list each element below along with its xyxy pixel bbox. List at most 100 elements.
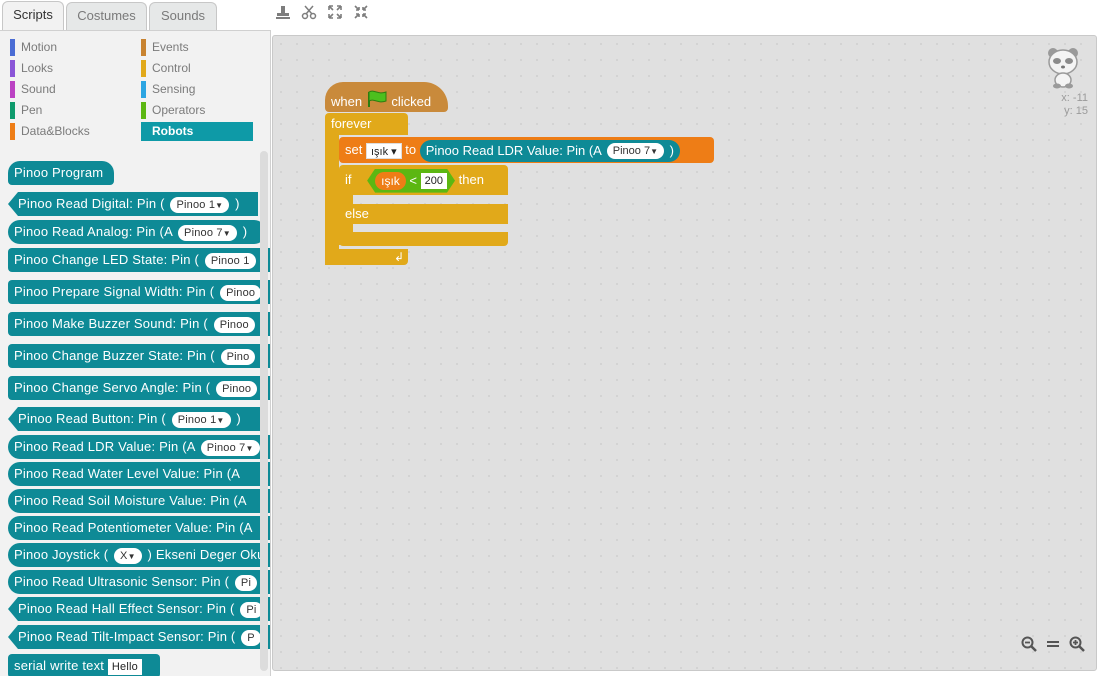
zoom-out-icon[interactable] [1018,636,1040,658]
category-looks[interactable]: Looks [10,59,122,78]
pin-dropdown[interactable]: P [241,629,261,646]
tab-bar: Scripts Costumes Sounds [0,0,270,31]
block-forever[interactable]: forever [325,113,408,135]
block-label: then [458,172,484,187]
block-label: ) [669,142,674,158]
scissors-icon[interactable] [299,4,319,24]
text-input[interactable]: Hello [107,658,142,675]
operator-less-than[interactable]: ışık < 200 [367,169,455,193]
category-pen[interactable]: Pen [10,101,122,120]
if-bottom [339,232,508,246]
block-label: Pinoo Prepare Signal Width: Pin ( [14,284,215,299]
operator-symbol: < [409,172,418,188]
pin-dropdown[interactable]: Pinoo 1▼ [170,196,230,213]
else-label-bar: else [339,204,508,224]
block-label: Pinoo Read Water Level Value: Pin (A [14,466,241,481]
pin-dropdown[interactable]: Pi [234,574,258,591]
category-sound[interactable]: Sound [10,80,122,99]
block-label: Pinoo Change Servo Angle: Pin ( [14,380,211,395]
number-input[interactable]: 200 [421,173,447,189]
block-pinoo-program[interactable]: Pinoo Program [8,161,114,185]
block-make-buzzer[interactable]: Pinoo Make Buzzer Sound: Pin ( Pinoo [8,312,270,336]
variable-dropdown[interactable]: ışık ▾ [365,142,402,159]
category-control[interactable]: Control [141,59,253,78]
block-read-hall[interactable]: Pinoo Read Hall Effect Sensor: Pin ( Pi [8,597,270,621]
block-label: Pinoo Read Potentiometer Value: Pin (A [14,520,253,535]
block-label: to [405,142,417,157]
forever-arm [325,135,339,265]
block-label: Pinoo Joystick ( [14,547,109,562]
pin-dropdown[interactable]: Pino [220,348,256,365]
block-label: Pinoo Change LED State: Pin ( [14,252,200,267]
axis-dropdown[interactable]: X▼ [114,547,142,564]
block-label: if [345,172,352,187]
block-label: ) [236,411,241,426]
zoom-controls [1018,636,1088,658]
block-read-tilt[interactable]: Pinoo Read Tilt-Impact Sensor: Pin ( P [8,625,270,649]
block-label: set [345,142,363,157]
block-read-digital[interactable]: Pinoo Read Digital: Pin ( Pinoo 1▼ ) [8,192,258,216]
pin-dropdown[interactable]: Pinoo [220,284,262,301]
reporter-read-ldr[interactable]: Pinoo Read LDR Value: Pin (A Pinoo 7▼ ) [419,139,680,162]
pin-dropdown[interactable]: Pinoo [216,380,258,397]
block-when-flag-clicked[interactable]: when clicked [325,82,448,112]
block-set-variable[interactable]: set ışık ▾ to Pinoo Read LDR Value: Pin … [339,137,714,163]
pin-dropdown[interactable]: Pinoo [213,316,255,333]
script-area[interactable]: when clicked forever ↲ set ışık ▾ to Pin… [272,35,1097,671]
block-label: Pinoo Read Ultrasonic Sensor: Pin ( [14,574,230,589]
loop-arrow-icon: ↲ [393,250,404,264]
pin-dropdown[interactable]: Pinoo 7▼ [178,224,237,241]
category-robots[interactable]: Robots [141,122,253,141]
block-if-else[interactable]: if ışık < 200 then [339,165,508,195]
block-change-led[interactable]: Pinoo Change LED State: Pin ( Pinoo 1 [8,248,270,272]
variable-reporter[interactable]: ışık [375,172,406,190]
block-joystick[interactable]: Pinoo Joystick ( X▼ ) Ekseni Deger Oku [8,543,270,567]
tab-sounds[interactable]: Sounds [149,2,217,30]
tab-costumes[interactable]: Costumes [66,2,147,30]
tab-scripts[interactable]: Scripts [2,1,64,31]
category-operators[interactable]: Operators [141,101,253,120]
category-events[interactable]: Events [141,38,253,57]
pin-dropdown[interactable]: Pinoo 7▼ [200,439,260,456]
block-label: when [331,93,363,109]
block-label: forever [331,116,372,131]
block-read-water[interactable]: Pinoo Read Water Level Value: Pin (A [8,462,270,486]
block-read-soil[interactable]: Pinoo Read Soil Moisture Value: Pin (A [8,489,270,513]
block-label: Pinoo Read Analog: Pin (A [14,224,173,239]
category-sensing[interactable]: Sensing [141,80,253,99]
block-label: Pinoo Read Hall Effect Sensor: Pin ( [18,601,235,616]
block-read-ldr[interactable]: Pinoo Read LDR Value: Pin (A Pinoo 7▼ [8,435,270,459]
sprite-coordinates: x: -11 y: 15 [1061,92,1088,117]
block-read-potentiometer[interactable]: Pinoo Read Potentiometer Value: Pin (A [8,516,270,540]
zoom-reset-icon[interactable] [1042,636,1064,658]
shrink-icon[interactable] [351,4,371,24]
block-label: Pinoo Read Digital: Pin ( [18,196,165,211]
block-change-buzzer[interactable]: Pinoo Change Buzzer State: Pin ( Pino [8,344,270,368]
category-motion[interactable]: Motion [10,38,122,57]
palette-scrollbar[interactable] [260,151,268,671]
grow-icon[interactable] [325,4,345,24]
block-label: Pinoo Program [14,165,104,180]
block-label: Pinoo Read Soil Moisture Value: Pin (A [14,493,247,508]
block-prepare-signal[interactable]: Pinoo Prepare Signal Width: Pin ( Pinoo [8,280,270,304]
block-label: serial write text [14,658,105,673]
block-label: ) [235,196,240,211]
block-change-servo[interactable]: Pinoo Change Servo Angle: Pin ( Pinoo [8,376,270,400]
pin-dropdown[interactable]: Pinoo 1▼ [171,411,231,428]
block-label: Pinoo Read LDR Value: Pin (A [14,439,195,454]
block-label: ) [242,224,248,239]
stamp-icon[interactable] [273,4,293,24]
block-label: Pinoo Read Tilt-Impact Sensor: Pin ( [18,629,236,644]
block-read-ultrasonic[interactable]: Pinoo Read Ultrasonic Sensor: Pin ( Pi [8,570,270,594]
block-label: Pinoo Read LDR Value: Pin (A [425,142,602,158]
zoom-in-icon[interactable] [1066,636,1088,658]
pin-dropdown[interactable]: Pinoo 7▼ [606,143,664,160]
block-label: else [345,206,369,221]
block-read-button[interactable]: Pinoo Read Button: Pin ( Pinoo 1▼ ) [8,407,262,431]
block-serial-write[interactable]: serial write text Hello [8,654,160,676]
pin-dropdown[interactable]: Pinoo 1 [204,252,256,269]
block-label: Pinoo Change Buzzer State: Pin ( [14,348,215,363]
forever-bottom: ↲ [325,249,408,265]
block-read-analog[interactable]: Pinoo Read Analog: Pin (A Pinoo 7▼ ) [8,220,266,244]
category-data-blocks[interactable]: Data&Blocks [10,122,122,141]
